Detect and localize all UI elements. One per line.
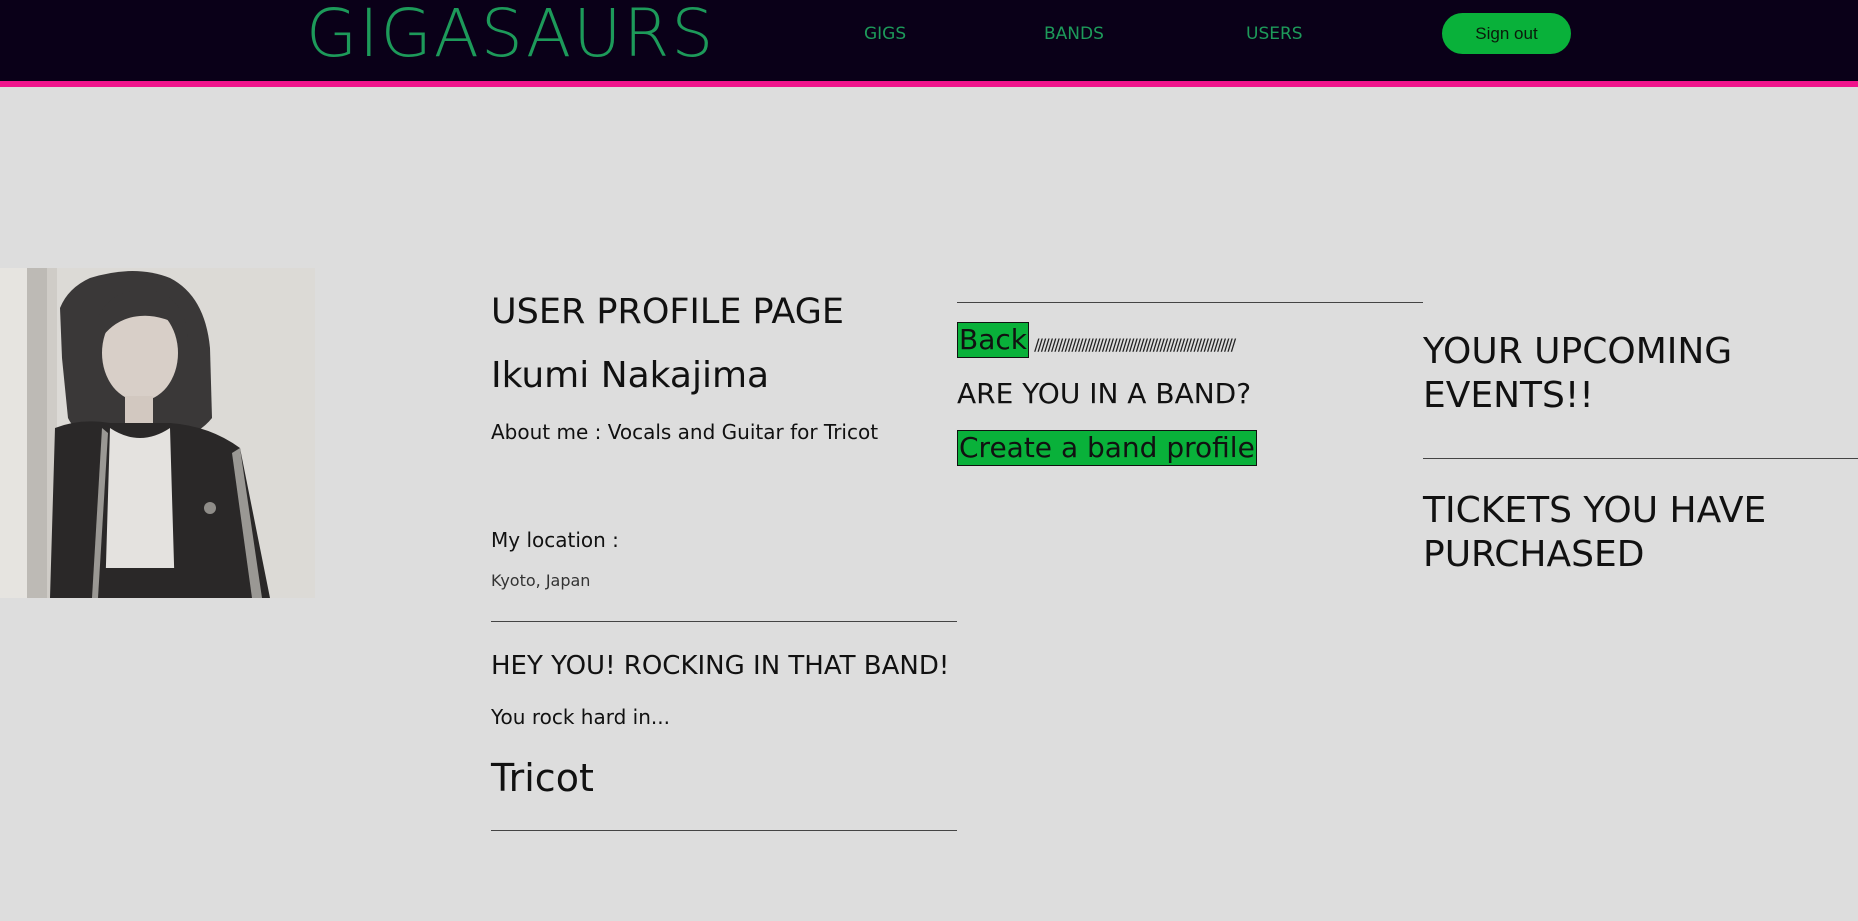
nav-link-users[interactable]: USERS — [1246, 22, 1303, 46]
top-navbar: GIGASAURS GIGS BANDS USERS Sign out — [0, 0, 1858, 87]
create-band-profile-button[interactable]: Create a band profile — [957, 430, 1257, 466]
actions-divider — [957, 302, 1423, 303]
band-question: ARE YOU IN A BAND? — [957, 377, 1252, 410]
location-value: Kyoto, Japan — [491, 571, 591, 590]
nav-link-gigs[interactable]: GIGS — [864, 22, 906, 46]
profile-column: USER PROFILE PAGE Ikumi Nakajima About m… — [491, 290, 957, 831]
site-logo[interactable]: GIGASAURS — [306, 0, 715, 74]
sign-out-button[interactable]: Sign out — [1442, 13, 1571, 54]
location-label: My location : — [491, 528, 619, 552]
rock-hard-text: You rock hard in... — [491, 705, 670, 729]
section-divider — [491, 621, 957, 622]
band-name[interactable]: Tricot — [491, 755, 957, 801]
create-band-row: Create a band profile — [957, 430, 1423, 466]
about-me-text: About me : Vocals and Guitar for Tricot — [491, 420, 879, 444]
events-column: YOUR UPCOMING EVENTS!! TICKETS YOU HAVE … — [1423, 330, 1858, 577]
slash-separator: ////////////////////////////////////////… — [1034, 335, 1236, 354]
back-button[interactable]: Back — [957, 322, 1029, 358]
band-section-heading: HEY YOU! ROCKING IN THAT BAND! — [491, 651, 950, 681]
nav-link-bands[interactable]: BANDS — [1044, 22, 1104, 46]
user-name: Ikumi Nakajima — [491, 355, 770, 396]
section-divider-bottom — [491, 830, 957, 831]
events-divider — [1423, 458, 1858, 459]
page-title: USER PROFILE PAGE — [491, 292, 844, 332]
profile-photo — [0, 268, 315, 598]
band-actions-column: Back ///////////////////////////////////… — [957, 290, 1423, 466]
profile-photo-illustration — [0, 268, 315, 598]
back-row: Back ///////////////////////////////////… — [957, 322, 1423, 358]
upcoming-events-heading: YOUR UPCOMING EVENTS!! — [1423, 331, 1733, 416]
tickets-heading: TICKETS YOU HAVE PURCHASED — [1423, 490, 1767, 575]
